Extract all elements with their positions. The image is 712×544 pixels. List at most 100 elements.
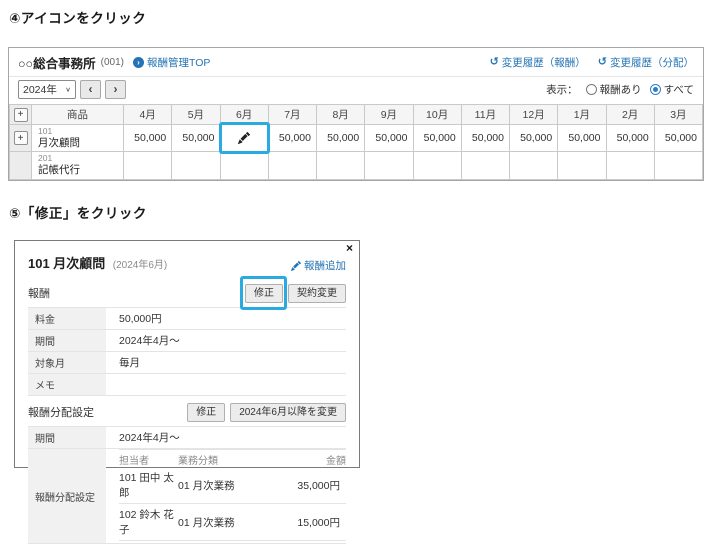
staff-cell: 101 田中 太郎: [119, 467, 178, 504]
field-label: 期間: [28, 330, 106, 352]
table-row: 報酬分配設定 担当者業務分類金額101 田中 太郎01 月次業務35,000円1…: [28, 449, 346, 544]
fee-detail-table: 料金50,000円期間2024年4月～対象月毎月メモ: [28, 307, 346, 396]
product-cell: 101月次顧問: [32, 125, 124, 152]
fee-grid-table: +商品4月5月6月7月8月9月10月11月12月1月2月3月 +101月次顧問5…: [9, 104, 703, 180]
month-column-header: 1月: [558, 105, 606, 125]
prev-year-button[interactable]: ‹: [80, 80, 101, 99]
fee-section-bar: 報酬 修正 契約変更: [28, 283, 346, 303]
product-code: 201: [38, 154, 117, 164]
dialog-period: (2024年6月): [113, 260, 167, 271]
edit-fee-button[interactable]: 修正: [245, 284, 283, 303]
edit-pencil-icon[interactable]: [238, 132, 250, 144]
arrow-circle-icon: ›: [133, 57, 144, 68]
allocation-section-label: 報酬分配設定: [28, 404, 94, 422]
expand-row-cell: +: [10, 125, 32, 152]
amount-cell[interactable]: [558, 152, 606, 179]
change-history-allocation-link[interactable]: ↺ 変更履歴（分配）: [598, 55, 694, 70]
detail-column-header: 担当者: [119, 450, 178, 468]
expand-all-button[interactable]: +: [14, 108, 28, 122]
contract-change-button[interactable]: 契約変更: [288, 284, 346, 303]
amount-cell[interactable]: 50,000: [558, 125, 606, 152]
expand-all-header-cell: +: [10, 105, 32, 125]
amount-cell[interactable]: [172, 152, 220, 179]
field-value: 50,000円: [106, 308, 346, 330]
office-code: (001): [101, 57, 124, 68]
dialog-header: 101 月次顧問 (2024年6月) 報酬追加: [28, 253, 346, 273]
fee-detail-dialog: × 101 月次顧問 (2024年6月) 報酬追加 報酬 修正 契約変更 料金5…: [14, 240, 360, 468]
field-label: メモ: [28, 374, 106, 396]
field-value: 毎月: [106, 352, 346, 374]
next-year-button[interactable]: ›: [105, 80, 126, 99]
grid-header-row: +商品4月5月6月7月8月9月10月11月12月1月2月3月: [10, 105, 703, 125]
month-column-header: 6月: [220, 105, 268, 125]
allocation-row: 101 田中 太郎01 月次業務35,000円: [119, 467, 346, 504]
amount-cell[interactable]: [268, 152, 316, 179]
table-row: 期間2024年4月～: [28, 330, 346, 352]
change-after-june-button[interactable]: 2024年6月以降を変更: [230, 403, 346, 422]
month-column-header: 9月: [365, 105, 413, 125]
office-name: ○○総合事務所: [18, 53, 96, 72]
product-name: 記帳代行: [38, 164, 117, 177]
amount-cell[interactable]: 50,000: [413, 125, 461, 152]
month-column-header: 3月: [654, 105, 702, 125]
amount-cell[interactable]: 50,000: [268, 125, 316, 152]
amount-cell[interactable]: [317, 152, 365, 179]
amount-cell[interactable]: [124, 152, 172, 179]
edit-allocation-button[interactable]: 修正: [187, 403, 225, 422]
amount-cell[interactable]: 50,000: [510, 125, 558, 152]
display-label: 表示：: [546, 82, 578, 97]
step4-title: ④アイコンをクリック: [9, 7, 146, 27]
panel-header: ○○総合事務所 (001) › 報酬管理TOP ↺ 変更履歴（報酬） ↺ 変更履…: [9, 48, 703, 77]
change-history-fee-link[interactable]: ↺ 変更履歴（報酬）: [490, 55, 586, 70]
field-value: 2024年4月～: [106, 330, 346, 352]
period-label: 期間: [28, 427, 106, 449]
product-row: 201記帳代行: [10, 152, 703, 179]
fee-section-label: 報酬: [28, 285, 50, 303]
expand-row-button[interactable]: +: [14, 131, 28, 145]
radio-show-all[interactable]: すべて: [650, 82, 694, 97]
radio-unchecked-icon: [586, 84, 597, 95]
amount-cell[interactable]: 50,000: [365, 125, 413, 152]
amount-cell[interactable]: 50,000: [124, 125, 172, 152]
field-label: 対象月: [28, 352, 106, 374]
product-cell: 201記帳代行: [32, 152, 124, 179]
detail-column-header: 業務分類: [178, 450, 268, 468]
amount-cell[interactable]: [510, 152, 558, 179]
amount-cell[interactable]: 50,000: [172, 125, 220, 152]
close-icon[interactable]: ×: [346, 242, 353, 254]
year-select[interactable]: 2024年 ∨: [18, 80, 76, 99]
amount-cell[interactable]: 50,000: [317, 125, 365, 152]
add-fee-link[interactable]: 報酬追加: [291, 258, 346, 273]
detail-header-row: 担当者業務分類金額: [119, 450, 346, 468]
allocation-detail-table: 担当者業務分類金額101 田中 太郎01 月次業務35,000円102 鈴木 花…: [119, 449, 346, 541]
radio-fee-only[interactable]: 報酬あり: [586, 82, 642, 97]
step5-title: ⑤「修正」をクリック: [9, 202, 147, 222]
field-value: [106, 374, 346, 396]
edit-icon-cell[interactable]: [220, 125, 268, 152]
field-label: 料金: [28, 308, 106, 330]
amount-cell[interactable]: [606, 152, 654, 179]
chevron-down-icon: ∨: [65, 86, 71, 93]
amount-cell[interactable]: [654, 152, 702, 179]
amount-cell[interactable]: [413, 152, 461, 179]
allocation-table: 期間 2024年4月～ 報酬分配設定 担当者業務分類金額101 田中 太郎01 …: [28, 426, 346, 544]
table-row: 対象月毎月: [28, 352, 346, 374]
amount-cell[interactable]: [220, 152, 268, 179]
allocation-row: 102 鈴木 花子01 月次業務15,000円: [119, 504, 346, 541]
table-row: 期間 2024年4月～: [28, 427, 346, 449]
product-row: +101月次顧問50,00050,00050,00050,00050,00050…: [10, 125, 703, 152]
amount-cell[interactable]: [365, 152, 413, 179]
dialog-title: 101 月次顧問: [28, 256, 105, 271]
fee-management-top-link[interactable]: › 報酬管理TOP: [133, 55, 210, 70]
month-column-header: 5月: [172, 105, 220, 125]
amount-cell[interactable]: 50,000: [461, 125, 509, 152]
panel-toolbar: 2024年 ∨ ‹ › 表示： 報酬あり すべて: [9, 77, 703, 104]
table-row: メモ: [28, 374, 346, 396]
staff-cell: 102 鈴木 花子: [119, 504, 178, 541]
month-column-header: 4月: [124, 105, 172, 125]
amount-cell[interactable]: 50,000: [654, 125, 702, 152]
amount-cell[interactable]: [461, 152, 509, 179]
amount-cell[interactable]: 50,000: [606, 125, 654, 152]
highlight-box: 修正: [245, 283, 283, 303]
month-column-header: 8月: [317, 105, 365, 125]
